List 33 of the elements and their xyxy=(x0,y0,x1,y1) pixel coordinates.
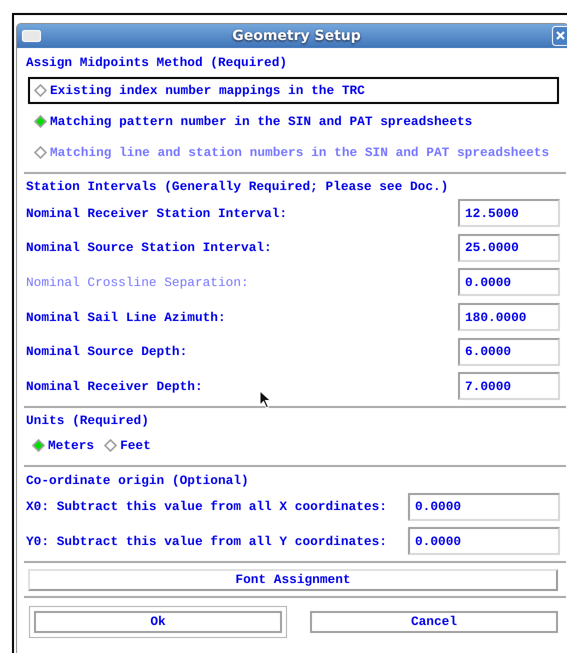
field-label: Nominal Receiver Station Interval: xyxy=(26,206,288,221)
radio-button[interactable] xyxy=(104,439,118,452)
window-menu-icon[interactable] xyxy=(22,30,41,42)
radio-label[interactable]: Feet xyxy=(120,438,151,454)
input-field[interactable]: 0.0000 xyxy=(408,492,560,521)
input-field[interactable]: 180.0000 xyxy=(458,303,560,332)
radio-option[interactable]: Existing index number mappings in the TRC xyxy=(28,77,559,104)
input-field[interactable]: 6.0000 xyxy=(458,338,560,366)
radio-button[interactable] xyxy=(34,115,47,128)
field-label: Y0: Subtract this value from all Y coordinates: xyxy=(26,534,387,549)
radio-button[interactable] xyxy=(32,439,45,452)
field-label: Nominal Crossline Separation: xyxy=(26,274,249,290)
section-heading: Units (Required) xyxy=(26,412,150,429)
radio-label[interactable]: Meters xyxy=(48,438,94,454)
radio-button[interactable] xyxy=(34,84,47,97)
radio-option[interactable]: Matching pattern number in the SIN and PAT spreadsheets xyxy=(28,108,559,135)
field-label: X0: Subtract this value from all X coordinates: xyxy=(26,499,387,514)
field-label: Nominal Source Station Interval: xyxy=(26,240,272,256)
field-label: Nominal Receiver Depth: xyxy=(26,378,203,394)
section-heading: Station Intervals (Generally Required; Please see Doc.) xyxy=(26,179,450,195)
window-title: Geometry Setup xyxy=(231,28,362,44)
input-field[interactable]: 12.5000 xyxy=(458,199,560,228)
input-field[interactable]: 25.0000 xyxy=(458,234,560,262)
section-heading: Co-ordinate origin (Optional) xyxy=(26,472,250,489)
field-label: Nominal Sail Line Azimuth: xyxy=(26,310,226,325)
section-heading: Assign Midpoints Method (Required) xyxy=(26,55,288,71)
font-assignment-button[interactable]: Font Assignment xyxy=(28,568,558,591)
input-field[interactable]: 0.0000 xyxy=(408,527,560,556)
input-field[interactable]: 7.0000 xyxy=(458,372,560,400)
cursor-icon xyxy=(259,390,272,410)
close-icon[interactable] xyxy=(552,26,567,46)
field-label: Nominal Source Depth: xyxy=(26,344,188,360)
dialog-button[interactable]: Ok xyxy=(29,606,287,638)
